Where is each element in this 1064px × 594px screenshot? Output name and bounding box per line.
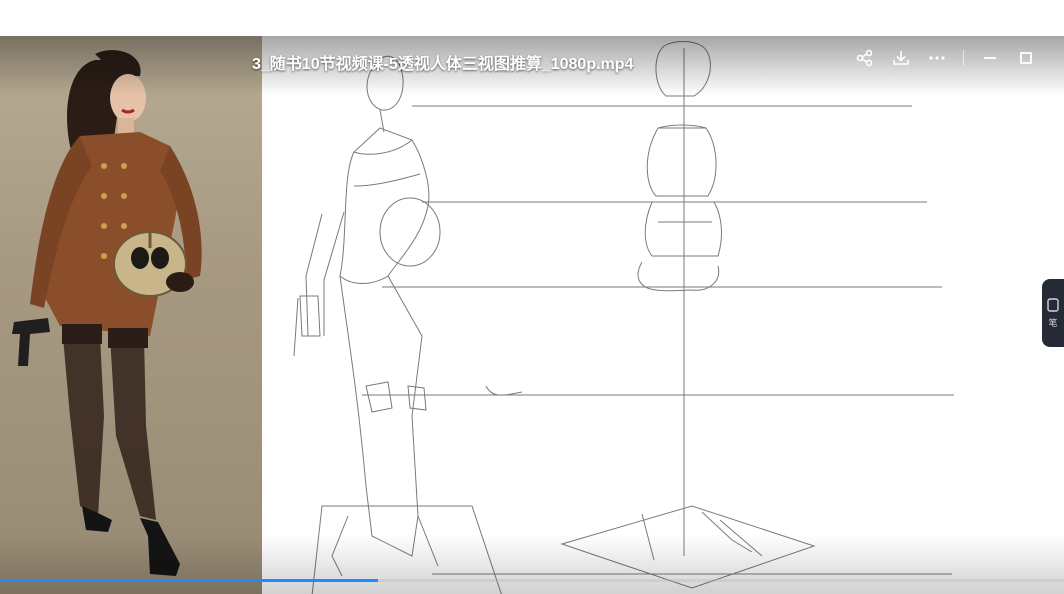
download-button[interactable]	[885, 44, 917, 72]
progress-fill	[0, 579, 378, 582]
minimize-icon	[984, 57, 996, 59]
maximize-button[interactable]	[1010, 44, 1042, 72]
title-toolbar	[849, 44, 1042, 72]
side-tab-label: 笔	[1048, 317, 1058, 328]
download-icon	[893, 51, 909, 65]
sketch-drawing	[293, 41, 954, 594]
more-button[interactable]	[921, 44, 953, 72]
side-notes-tab[interactable]: 笔	[1042, 279, 1064, 347]
minimize-button[interactable]	[974, 44, 1006, 72]
more-icon	[929, 56, 945, 60]
perspective-sketch	[262, 36, 1064, 594]
video-title: 3_随书10节视频课-5透视人体三视图推算_1080p.mp4	[252, 56, 634, 73]
note-icon	[1047, 297, 1059, 312]
reference-photo	[0, 36, 262, 594]
video-player[interactable]: 3_随书10节视频课-5透视人体三视图推算_1080p.mp4 笔	[0, 36, 1064, 594]
share-icon	[856, 49, 873, 67]
maximize-icon	[1020, 52, 1032, 64]
share-button[interactable]	[849, 44, 881, 72]
toolbar-divider	[963, 50, 964, 66]
progress-bar[interactable]	[0, 579, 1064, 582]
reference-figure-illustration	[12, 50, 202, 576]
